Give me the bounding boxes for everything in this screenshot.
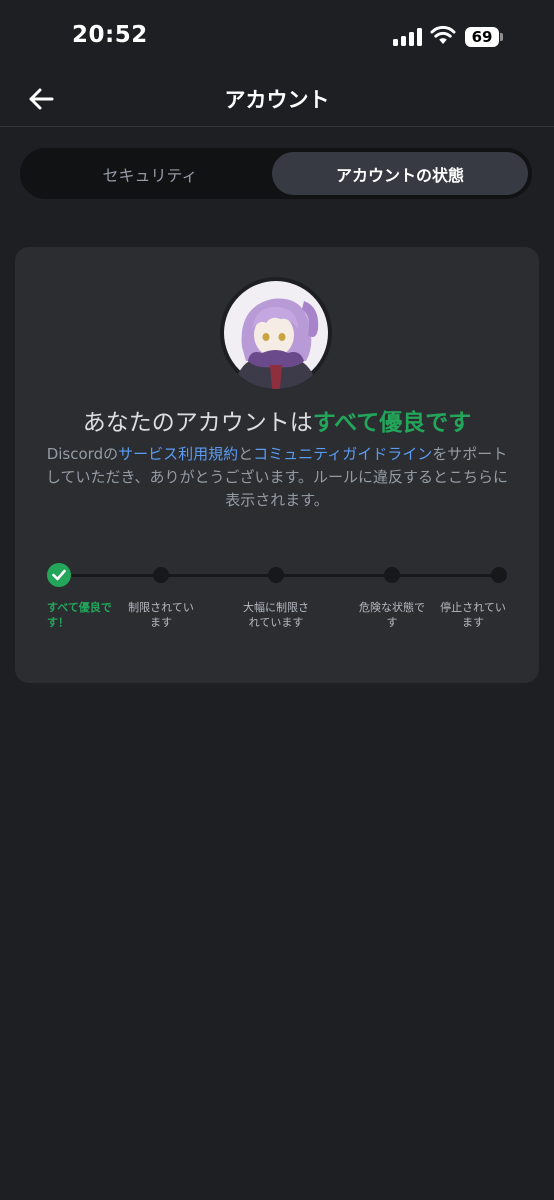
step-label-at-risk: 危険な状態で す [352, 600, 432, 630]
tab-account-status[interactable]: アカウントの状態 [272, 152, 528, 195]
page-title: アカウント [224, 88, 330, 112]
step-label-line: れています [248, 616, 304, 629]
step-label-line: 大幅に制限さ [243, 601, 309, 614]
account-status-card: あなたのアカウントはすべて優良です Discordのサービス利用規約とコミュニテ… [15, 247, 539, 683]
step-label-line: ます [150, 616, 172, 629]
battery-icon: 69 [465, 27, 503, 47]
signal-icon [393, 28, 422, 46]
account-screen: 20:52 69 アカウント セキュリティ アカウントの状態 あなたのアカウント… [0, 0, 554, 1200]
status-heading-status: すべて優良です [312, 410, 472, 436]
community-guidelines-link[interactable]: コミュニティガイドライン [253, 445, 432, 463]
status-heading-prefix: あなたのアカウントは [82, 410, 313, 436]
step-label-line: す！ [47, 616, 69, 629]
step-good-marker [47, 563, 71, 587]
step-label-very-limited: 大幅に制限さ れています [236, 600, 316, 630]
status-bar: 20:52 69 [0, 0, 554, 72]
step-label-line: 危険な状態で [359, 601, 425, 614]
step-label-line: 制限されてい [128, 601, 194, 614]
step-label-good: すべて優良で す！ [47, 600, 127, 630]
step-at-risk-marker [384, 567, 400, 583]
header: アカウント [0, 72, 554, 127]
step-suspended-marker [491, 567, 507, 583]
tab-security[interactable]: セキュリティ [24, 152, 276, 195]
status-heading: あなたのアカウントはすべて優良です [15, 403, 539, 437]
step-label-suspended: 停止されてい ます [433, 600, 513, 630]
checkmark-icon [52, 569, 66, 581]
step-label-line: ます [462, 616, 484, 629]
desc-text-2: と [238, 445, 254, 463]
battery-level: 69 [471, 28, 493, 46]
terms-of-service-link[interactable]: サービス利用規約 [118, 445, 238, 463]
step-label-line: すべて優良で [47, 601, 112, 614]
step-label-line: 停止されてい [440, 601, 506, 614]
step-label-limited: 制限されてい ます [121, 600, 201, 630]
clock: 20:52 [72, 22, 148, 48]
desc-text-1: Discordの [46, 445, 119, 463]
step-label-line: す [386, 616, 398, 629]
wifi-icon [430, 25, 456, 45]
avatar [220, 277, 332, 389]
status-description: Discordのサービス利用規約とコミュニティガイドラインをサポートしていただき… [45, 443, 509, 512]
status-progress: すべて優良で す！ 制限されてい ます 大幅に制限さ れています 危険な状態で … [15, 562, 539, 642]
step-limited-marker [153, 567, 169, 583]
step-very-limited-marker [268, 567, 284, 583]
segmented-control: セキュリティ アカウントの状態 [20, 148, 532, 199]
